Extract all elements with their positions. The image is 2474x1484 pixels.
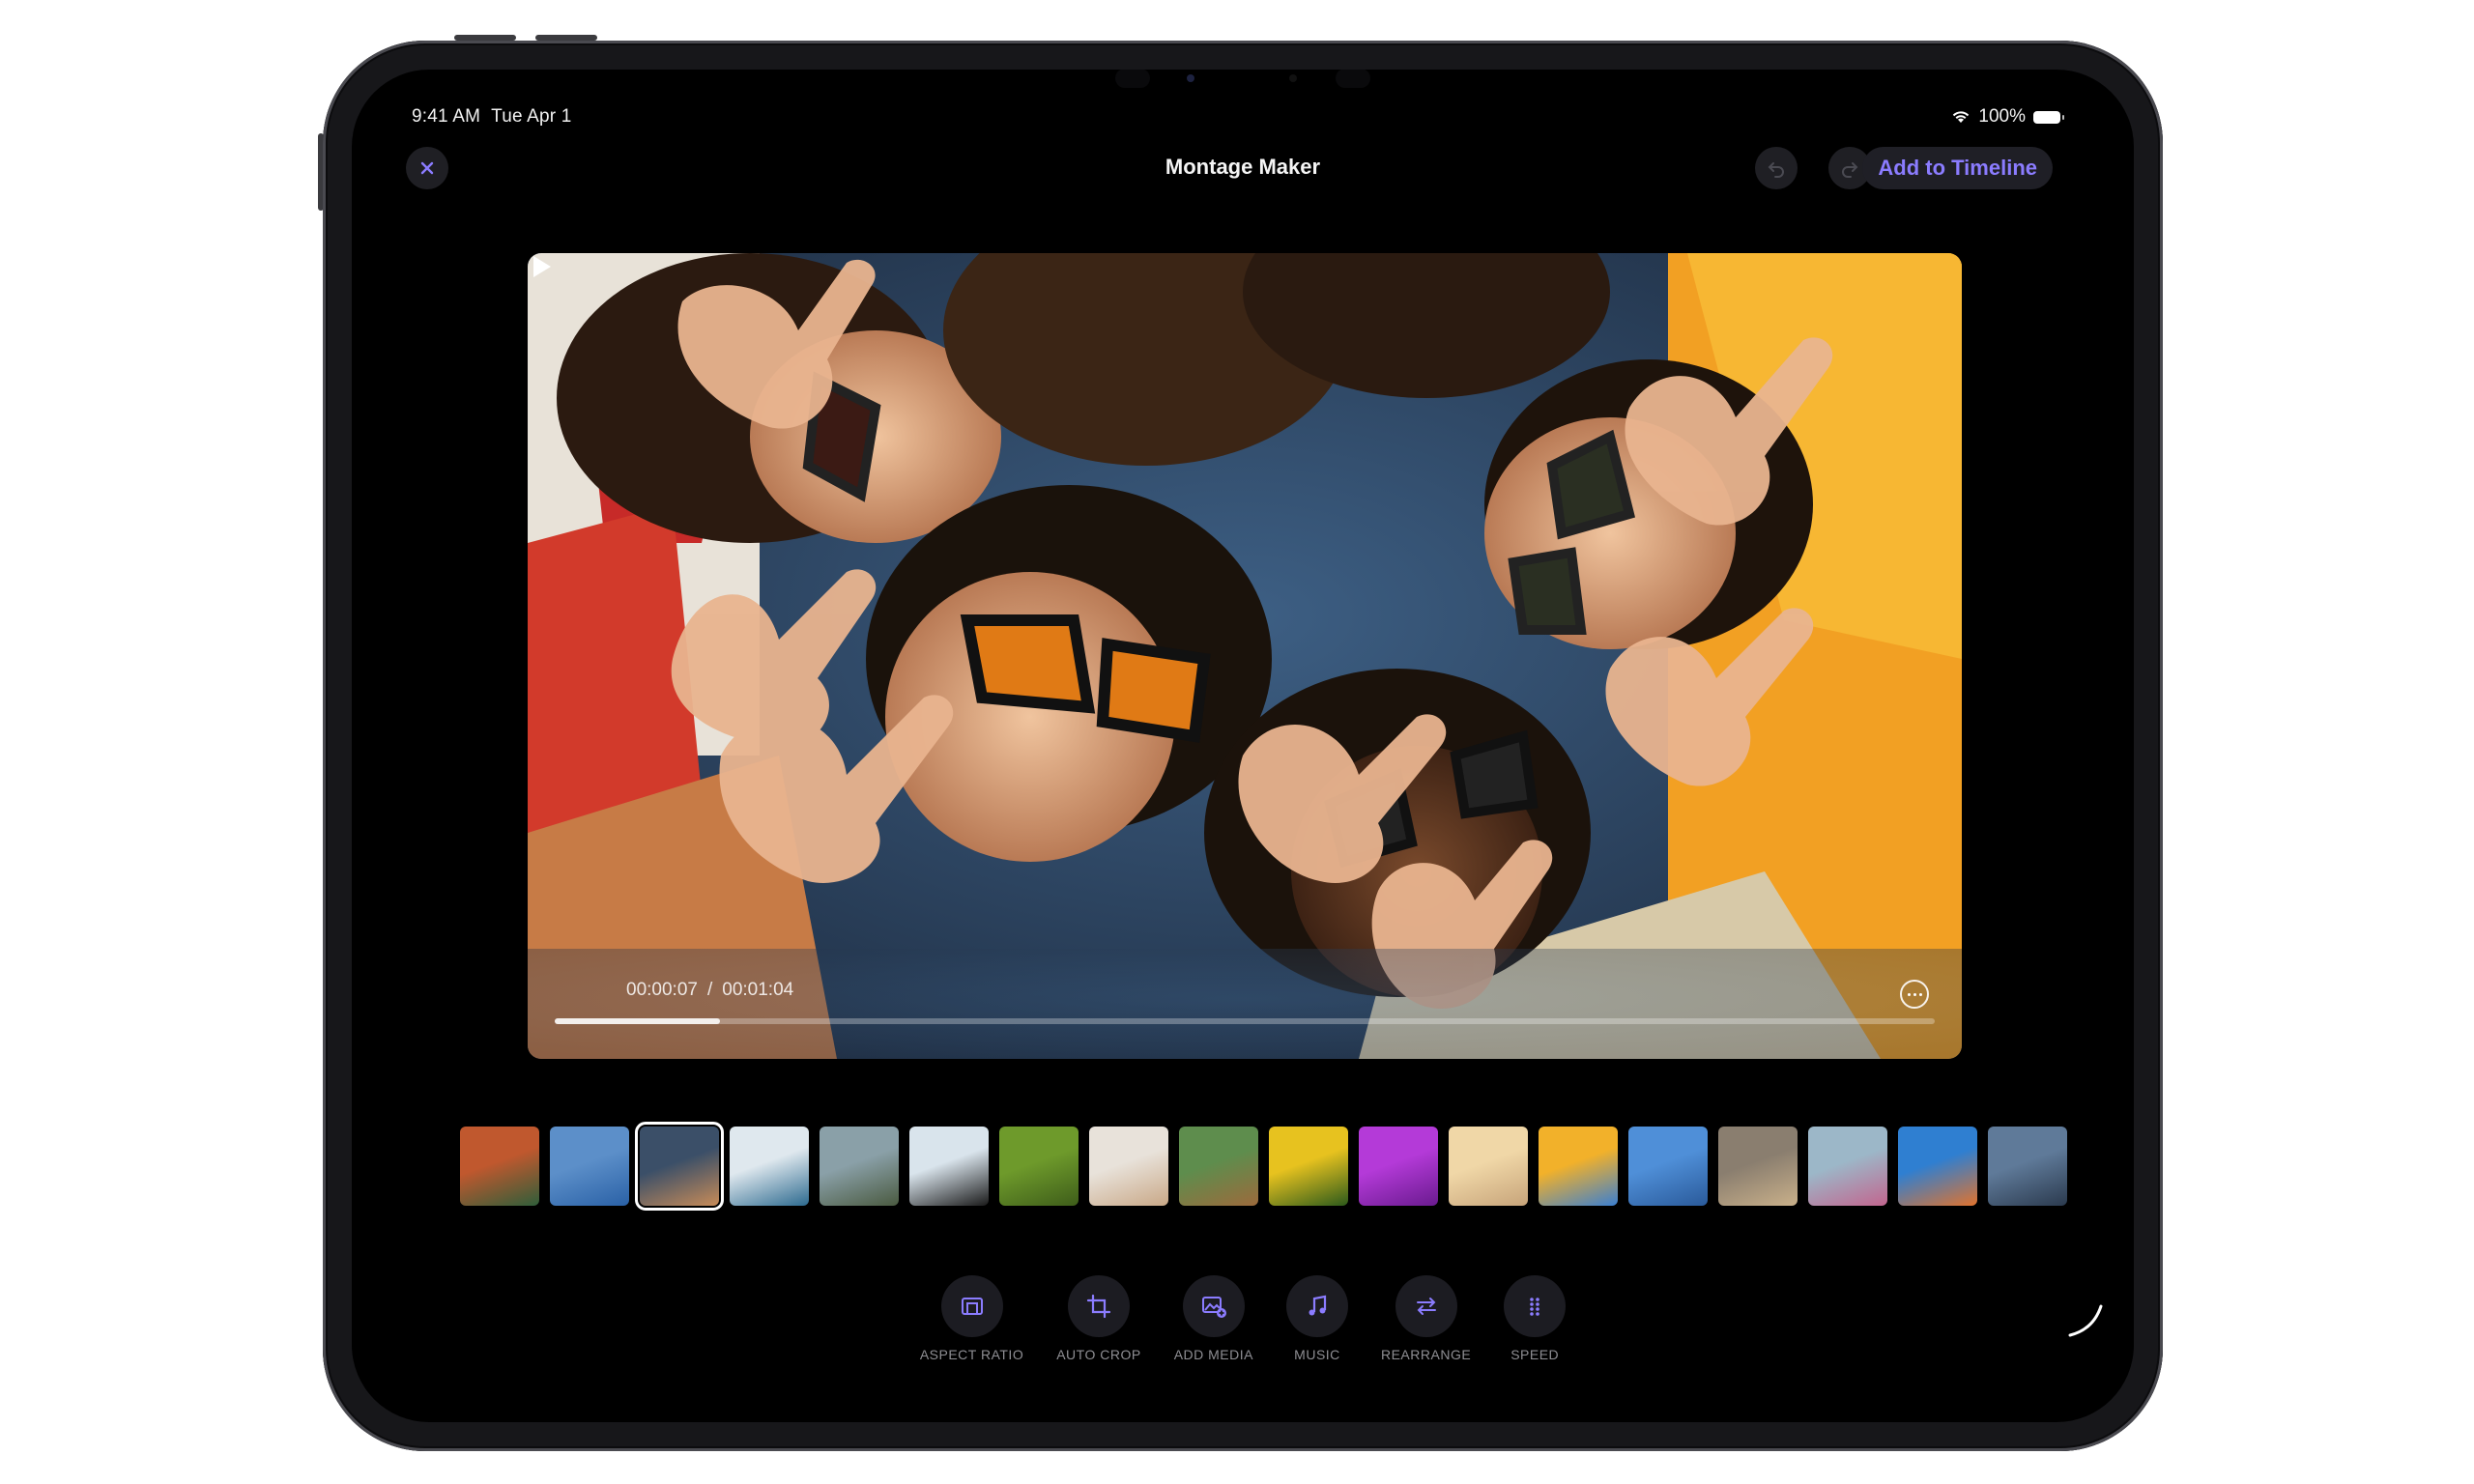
rearrange-icon bbox=[1416, 1298, 1436, 1315]
clip-thumbnail[interactable] bbox=[635, 1122, 724, 1211]
tool-bar: ASPECT RATIO AUTO CROP ADD MEDIA MUSIC REARR… bbox=[352, 1275, 2134, 1362]
clip-thumbnail[interactable] bbox=[730, 1127, 809, 1206]
rearrange-button[interactable] bbox=[1395, 1275, 1457, 1337]
undo-button[interactable] bbox=[1755, 147, 1798, 189]
status-bar-time: 9:41 AM Tue Apr 1 bbox=[412, 106, 572, 127]
undo-icon bbox=[1768, 162, 1784, 178]
clip-thumbnail[interactable] bbox=[1988, 1127, 2067, 1206]
time-readout: 00:00:07 / 00:01:04 bbox=[626, 980, 793, 1001]
crop-icon bbox=[1086, 1294, 1111, 1319]
battery-icon bbox=[2033, 110, 2064, 124]
add-media-icon bbox=[1201, 1297, 1226, 1318]
tool-auto-crop[interactable]: AUTO CROP bbox=[1056, 1275, 1140, 1362]
aspect-ratio-icon bbox=[961, 1298, 983, 1315]
auto-crop-button[interactable] bbox=[1067, 1275, 1130, 1337]
clip-thumbnail[interactable] bbox=[1089, 1127, 1168, 1206]
time-separator: / bbox=[706, 980, 713, 1000]
status-bar-right: 100% bbox=[1951, 106, 2064, 128]
tool-label: MUSIC bbox=[1294, 1347, 1340, 1362]
clip-thumbnail[interactable] bbox=[909, 1127, 989, 1206]
tool-label: AUTO CROP bbox=[1056, 1347, 1141, 1362]
clip-thumbnail[interactable] bbox=[999, 1127, 1079, 1206]
tool-rearrange[interactable]: REARRANGE bbox=[1381, 1275, 1471, 1362]
more-icon-dot bbox=[1907, 992, 1911, 996]
clip-strip bbox=[460, 1122, 2067, 1211]
video-frame-image bbox=[528, 253, 1962, 1059]
tool-speed[interactable]: SPEED bbox=[1504, 1275, 1567, 1362]
speed-button[interactable] bbox=[1504, 1275, 1567, 1337]
redo-icon bbox=[1842, 162, 1858, 178]
music-button[interactable] bbox=[1285, 1275, 1348, 1337]
tool-label: ADD MEDIA bbox=[1173, 1347, 1253, 1362]
video-preview[interactable]: 00:00:07 / 00:01:04 bbox=[528, 253, 1962, 1059]
clip-thumbnail[interactable] bbox=[550, 1127, 629, 1206]
tool-label: SPEED bbox=[1510, 1347, 1560, 1362]
tool-add-media[interactable]: ADD MEDIA bbox=[1174, 1275, 1253, 1362]
battery-percent: 100% bbox=[1978, 106, 2026, 127]
tool-aspect-ratio[interactable]: ASPECT RATIO bbox=[920, 1275, 1023, 1362]
total-time: 00:01:04 bbox=[722, 980, 794, 1000]
playback-progress bbox=[555, 1018, 721, 1024]
tool-label: REARRANGE bbox=[1380, 1347, 1472, 1362]
clip-thumbnail[interactable] bbox=[1179, 1127, 1258, 1206]
add-to-timeline-button[interactable]: Add to Timeline bbox=[1862, 147, 2053, 189]
tool-music[interactable]: MUSIC bbox=[1285, 1275, 1348, 1362]
aspect-ratio-button[interactable] bbox=[940, 1275, 1003, 1337]
clip-thumbnail[interactable] bbox=[820, 1127, 899, 1206]
clip-thumbnail[interactable] bbox=[1359, 1127, 1438, 1206]
clip-thumbnail[interactable] bbox=[1449, 1127, 1528, 1206]
add-media-button[interactable] bbox=[1182, 1275, 1245, 1337]
music-icon bbox=[1309, 1295, 1327, 1316]
clip-thumbnail[interactable] bbox=[1898, 1127, 1977, 1206]
clip-thumbnail[interactable] bbox=[1269, 1127, 1348, 1206]
clip-thumbnail[interactable] bbox=[1628, 1127, 1708, 1206]
speed-icon bbox=[1530, 1298, 1539, 1316]
camera-housing bbox=[1115, 70, 1370, 89]
playback-scrubber[interactable] bbox=[555, 1018, 1935, 1024]
clip-thumbnail[interactable] bbox=[1718, 1127, 1798, 1206]
current-time: 00:00:07 bbox=[626, 980, 698, 1000]
more-options-button[interactable] bbox=[1900, 980, 1929, 1009]
wifi-icon bbox=[1953, 111, 1970, 123]
clip-thumbnail[interactable] bbox=[460, 1127, 539, 1206]
clip-thumbnail[interactable] bbox=[1808, 1127, 1887, 1206]
play-icon[interactable] bbox=[528, 253, 555, 280]
clip-thumbnail[interactable] bbox=[1539, 1127, 1618, 1206]
screen: 9:41 AM Tue Apr 1 100% Montage Maker Add… bbox=[352, 70, 2134, 1422]
home-indicator-icon bbox=[2068, 1304, 2103, 1337]
tool-label: ASPECT RATIO bbox=[919, 1347, 1024, 1362]
